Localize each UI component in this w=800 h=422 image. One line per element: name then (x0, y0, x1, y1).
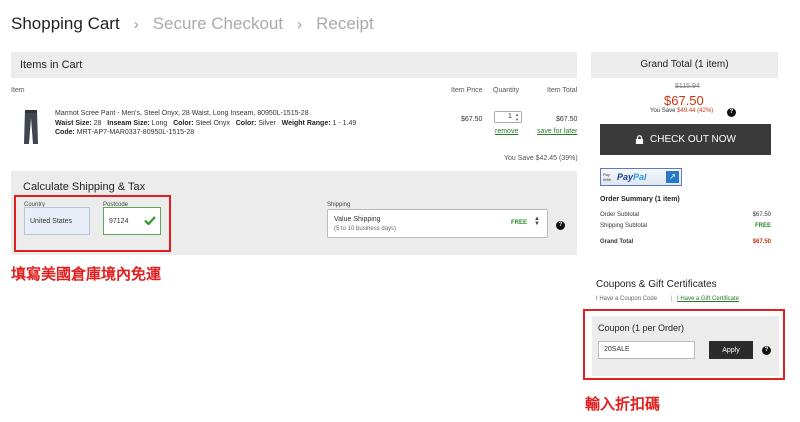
shipping-method-price: FREE (511, 220, 528, 226)
column-header-quantity: Quantity (493, 87, 520, 94)
annotation-box-shipping (14, 195, 171, 252)
help-icon[interactable]: ? (762, 346, 771, 355)
paypal-pal: Pal (633, 172, 647, 182)
coupons-title: Coupons & Gift Certificates (596, 279, 717, 290)
annotation-coupon-note: 輸入折扣碼 (585, 395, 661, 413)
shipping-label: Shipping (327, 202, 351, 208)
shipping-subtotal-label: Shipping Subtotal (600, 223, 648, 229)
remove-link[interactable]: remove (495, 128, 518, 135)
order-subtotal-value: $67.50 (752, 212, 771, 218)
paypal-pay: Pay (617, 172, 634, 182)
cart-header: Items in Cart (11, 52, 577, 78)
original-price: $115.94 (675, 83, 700, 90)
coupon-panel-title: Coupon (1 per Order) (598, 323, 685, 333)
item-total: $67.50 (556, 116, 578, 123)
checkout-label: CHECK OUT NOW (650, 134, 736, 145)
shipping-subtotal-value: FREE (754, 223, 771, 229)
order-subtotal-label: Order Subtotal (600, 212, 640, 218)
code-value: MRT-AP7-MAR0337-80950L-1515-28 (76, 129, 195, 136)
grand-total-value: $67.50 (752, 239, 771, 245)
help-icon[interactable]: ? (556, 221, 565, 230)
checkout-button[interactable]: CHECK OUT NOW (600, 124, 771, 155)
arrow-icon: ↗ (666, 171, 679, 183)
shipping-method-name: Value Shipping (334, 216, 381, 223)
column-header-price: Item Price (451, 87, 483, 94)
code-label: Code: (55, 129, 75, 136)
color-label: Color: (173, 120, 194, 127)
inseam-label: Inseam Size: (107, 120, 150, 127)
apply-button[interactable]: Apply (709, 341, 753, 359)
coupon-code-input[interactable]: 20SALE (598, 341, 695, 359)
shipping-method-desc: (5 to 10 business days) (334, 226, 397, 232)
paypal-button[interactable]: Pay With PayPal ↗ (600, 168, 682, 186)
grand-total-label: Grand Total (600, 239, 634, 245)
weight-label: Weight Range: (281, 120, 331, 127)
waist-value: 28 (93, 120, 102, 127)
waist-label: Waist Size: (55, 120, 92, 127)
quantity-stepper[interactable]: 1 ▲ ▼ (494, 111, 522, 123)
quantity-value: 1 (508, 113, 512, 120)
grand-total-row: Grand Total $67.50 (600, 239, 771, 245)
shipping-title: Calculate Shipping & Tax (23, 181, 146, 193)
you-save-prefix: You Save (650, 108, 676, 114)
save-for-later-link[interactable]: save for later (537, 128, 577, 135)
total-price: $67.50 (664, 93, 704, 108)
grand-total-header: Grand Total (1 item) (591, 52, 778, 78)
product-name[interactable]: Marmot Scree Pant - Men's, Steel Onyx, 2… (55, 110, 309, 117)
up-down-arrows-icon: ▲ ▼ (534, 216, 540, 227)
shipping-subtotal-row: Shipping Subtotal FREE (600, 223, 771, 229)
color-value: Steel Onyx (195, 120, 230, 127)
color2-label: Color: (235, 120, 257, 127)
paypal-paywith: Pay With (603, 172, 611, 182)
lock-icon (635, 135, 644, 144)
gift-certificate-link[interactable]: I Have a Gift Certificate (677, 296, 739, 302)
column-header-item: Item (11, 87, 25, 94)
up-down-arrows-icon[interactable]: ▲ ▼ (515, 112, 519, 122)
coupon-code-link[interactable]: I Have a Coupon Code (596, 296, 657, 302)
annotation-shipping-note: 填寫美國倉庫境內免運 (11, 265, 162, 283)
order-subtotal-row: Order Subtotal $67.50 (600, 212, 771, 218)
product-code: Code: MRT-AP7-MAR0337-80950L-1515-28 (55, 129, 194, 136)
paypal-logo: PayPal (617, 172, 647, 182)
column-header-total: Item Total (547, 87, 578, 94)
product-attributes: Waist Size: 28 Inseam Size: Long Color: … (55, 120, 356, 127)
weight-value: 1 - 1.49 (332, 120, 357, 127)
inseam-value: Long (151, 120, 168, 127)
coupon-panel: Coupon (1 per Order) 20SALE Apply ? (592, 316, 779, 376)
item-savings: You Save $42.45 (39%) (504, 155, 578, 162)
total-savings: You Save $49.44 (42%) (650, 108, 713, 114)
color2-value: Silver (258, 120, 276, 127)
item-price: $67.50 (461, 116, 483, 123)
help-icon[interactable]: ? (727, 108, 736, 117)
shipping-method-select[interactable]: Value Shipping (5 to 10 business days) F… (327, 209, 548, 238)
product-image[interactable] (23, 110, 39, 144)
coupon-separator: | (671, 296, 673, 302)
you-save-amount: $49.44 (42%) (677, 108, 714, 114)
order-summary-title: Order Summary (1 item) (600, 196, 680, 203)
